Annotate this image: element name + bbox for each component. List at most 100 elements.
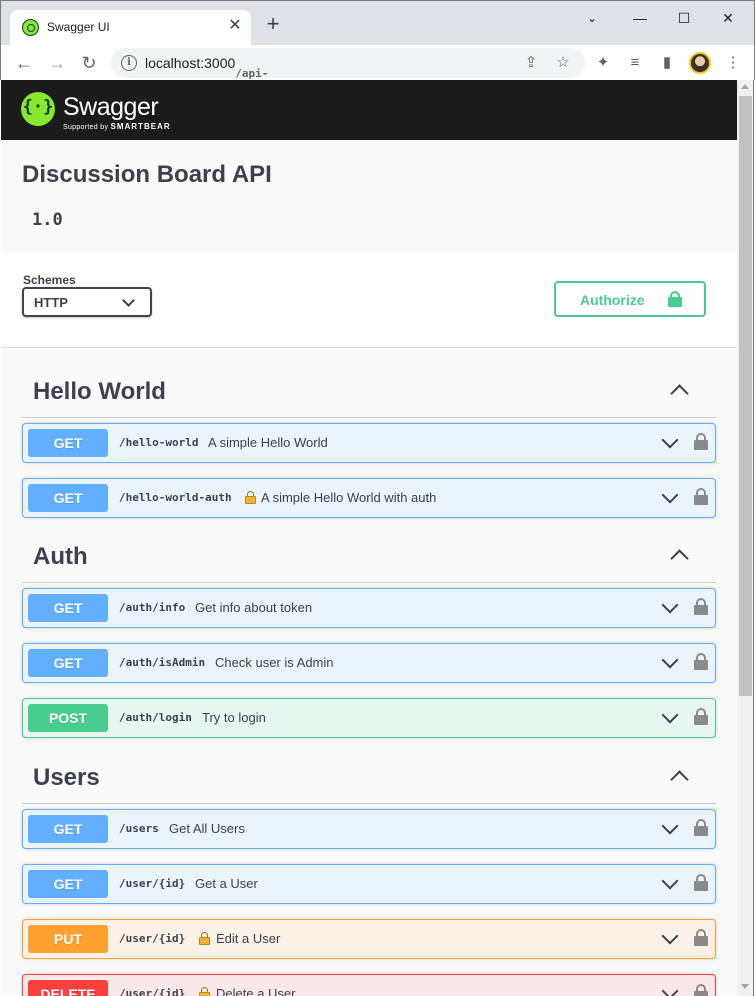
chevron-down-icon [122,294,135,307]
op-summary: Edit a User [216,931,281,946]
chevron-up-icon[interactable] [670,384,689,403]
share-icon[interactable]: ⇪ [521,53,541,73]
schemes-selected-value: HTTP [34,295,68,310]
chevron-down-icon[interactable] [661,431,679,449]
chevron-up-icon[interactable] [670,770,689,789]
swagger-logo-icon[interactable]: {·} [21,92,55,126]
lock-icon[interactable] [694,653,708,670]
media-queue-icon[interactable]: ≡ [624,52,646,74]
logo-sub-brand: SMARTBEAR [110,122,171,131]
browser-tab[interactable]: Swagger UI ✕ [10,10,251,45]
chevron-down-icon[interactable] [661,817,679,835]
method-badge: POST [28,704,108,732]
op-summary: Get info about token [195,600,313,615]
browser-chrome: Swagger UI ✕ + ⌄ — ☐ ✕ ← → ↻ i localhost… [0,0,755,93]
lock-icon[interactable] [694,598,708,615]
lock-icon [199,932,210,946]
method-badge: GET [28,429,108,457]
scrollbar-thumb[interactable] [739,96,752,696]
method-badge: GET [28,484,108,512]
method-badge: GET [28,594,108,622]
lock-icon[interactable] [694,984,708,996]
scheme-container: Schemes HTTP Authorize [1,251,737,348]
side-panel-icon[interactable]: ▮ [656,52,678,74]
chevron-down-icon[interactable] [661,872,679,890]
scroll-up-arrow-icon[interactable] [741,84,749,89]
scroll-down-arrow-icon[interactable] [741,984,749,989]
op-summary: Get All Users [169,821,245,836]
opblock-get-auth-isadmin[interactable]: GET /auth/isAdmin Check user is Admin [22,643,716,683]
op-summary: Try to login [202,710,266,725]
extensions-puzzle-icon[interactable]: ✦ [592,52,614,74]
chevron-down-icon[interactable] [661,486,679,504]
opblock-put-user-id[interactable]: PUT /user/{id} Edit a User [22,919,716,959]
opblock-get-user-id[interactable]: GET /user/{id} Get a User [22,864,716,904]
lock-icon[interactable] [694,819,708,836]
new-tab-button[interactable]: + [263,13,283,35]
authorize-label: Authorize [580,292,645,308]
close-window-button[interactable]: ✕ [715,7,741,29]
page-scrollbar[interactable] [737,80,754,996]
maximize-button[interactable]: ☐ [671,7,697,29]
swagger-logo-subtitle: Supported by SMARTBEAR [63,122,171,131]
tab-strip: Swagger UI ✕ + ⌄ — ☐ ✕ [1,1,754,45]
tab-title: Swagger UI [47,20,110,34]
method-badge: GET [28,649,108,677]
profile-avatar[interactable] [689,52,711,74]
authorize-button[interactable]: Authorize [554,281,706,317]
tag-name: Hello World [33,378,166,405]
lock-icon[interactable] [694,874,708,891]
op-summary: A simple Hello World with auth [261,490,437,505]
tab-search-icon[interactable]: ⌄ [579,7,605,29]
chevron-down-icon[interactable] [661,982,679,996]
site-info-icon[interactable]: i [121,55,137,71]
opblock-delete-user-id[interactable]: DELETE /user/{id} Delete a User [22,974,716,996]
op-path: /auth/info [119,601,186,614]
url-host: localhost:3000 [145,55,236,71]
schemes-label: Schemes [23,273,76,287]
method-badge: GET [28,870,108,898]
opblock-get-auth-info[interactable]: GET /auth/info Get info about token [22,588,716,628]
lock-icon[interactable] [694,433,708,450]
op-path: /user/{id} [119,987,186,996]
op-path: /users [119,822,159,835]
chevron-down-icon[interactable] [661,927,679,945]
op-path: /hello-world [119,436,199,449]
address-bar[interactable]: i localhost:3000/api-docs/ ⇪ ☆ [111,48,585,93]
browser-toolbar: ← → ↻ i localhost:3000/api-docs/ ⇪ ☆ ✦ ≡… [1,45,754,93]
tag-hello-world-header[interactable]: Hello World [22,368,716,418]
chevron-up-icon[interactable] [670,549,689,568]
lock-icon [199,987,210,996]
tag-auth-header[interactable]: Auth [22,533,716,583]
tag-users-header[interactable]: Users [22,754,716,804]
lock-icon[interactable] [694,929,708,946]
operations-content: Hello World GET /hello-world A simple He… [1,348,737,996]
swagger-favicon-icon [22,19,39,36]
chevron-down-icon[interactable] [661,651,679,669]
method-badge: PUT [28,925,108,953]
reload-icon[interactable]: ↻ [78,52,100,74]
swagger-logo-text: Swagger [63,93,159,121]
chevron-down-icon[interactable] [661,596,679,614]
lock-open-icon [668,291,682,307]
chevron-down-icon[interactable] [661,706,679,724]
menu-kebab-icon[interactable]: ⋮ [722,52,744,74]
opblock-get-users[interactable]: GET /users Get All Users [22,809,716,849]
lock-icon[interactable] [694,708,708,725]
opblock-get-hello-world-auth[interactable]: GET /hello-world-auth A simple Hello Wor… [22,478,716,518]
minimize-button[interactable]: — [627,7,653,29]
api-title: Discussion Board API [22,161,272,188]
back-arrow-icon[interactable]: ← [13,52,35,74]
op-path: /user/{id} [119,932,186,945]
bookmark-star-icon[interactable]: ☆ [553,53,573,73]
op-summary: Delete a User [216,986,296,996]
opblock-post-auth-login[interactable]: POST /auth/login Try to login [22,698,716,738]
opblock-get-hello-world[interactable]: GET /hello-world A simple Hello World [22,423,716,463]
address-url[interactable]: localhost:3000/api-docs/ [145,55,268,93]
method-badge: GET [28,815,108,843]
lock-icon[interactable] [694,488,708,505]
schemes-select[interactable]: HTTP [22,287,152,317]
page-viewport: {·} Swagger Supported by SMARTBEAR Discu… [1,80,737,996]
forward-arrow-icon[interactable]: → [46,52,68,74]
tab-close-icon[interactable]: ✕ [226,17,244,35]
